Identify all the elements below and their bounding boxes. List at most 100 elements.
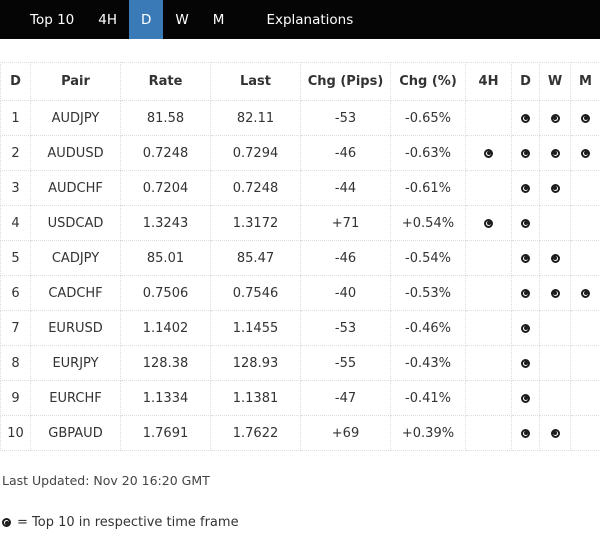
col-header-pair: Pair <box>30 62 121 101</box>
cell-rank: 10 <box>0 415 31 451</box>
col-header-chg-pips: Chg (Pips) <box>300 62 391 101</box>
table-row: 4 USDCAD 1.3243 1.3172 +71 +0.54% <box>0 205 600 241</box>
cell-chg-pct: -0.43% <box>390 345 466 381</box>
cell-d-marker <box>511 415 540 451</box>
table-row: 8 EURJPY 128.38 128.93 -55 -0.43% <box>0 345 600 381</box>
cell-w-marker <box>539 380 571 416</box>
cell-d-marker <box>511 275 540 311</box>
cell-last: 1.3172 <box>210 205 301 241</box>
cell-w-marker <box>539 415 571 451</box>
cell-last: 85.47 <box>210 240 301 276</box>
cell-d-marker <box>511 240 540 276</box>
cell-last: 0.7546 <box>210 275 301 311</box>
cell-rate: 0.7248 <box>120 135 211 171</box>
top10-marker-icon <box>484 148 493 158</box>
cell-rank: 9 <box>0 380 31 416</box>
top10-table: D Pair Rate Last Chg (Pips) Chg (%) 4H D… <box>0 62 600 451</box>
cell-pair: EURJPY <box>30 345 121 381</box>
cell-m-marker <box>570 135 600 171</box>
cell-chg-pips: -53 <box>300 310 391 346</box>
top10-marker-icon <box>550 253 560 263</box>
top10-marker-icon <box>581 113 590 123</box>
cell-d-marker <box>511 170 540 206</box>
top10-marker-icon <box>581 288 590 298</box>
top10-marker-icon <box>521 428 530 438</box>
col-header-w: W <box>539 62 571 101</box>
tab-top-10[interactable]: Top 10 <box>18 0 86 39</box>
table-row: 6 CADCHF 0.7506 0.7546 -40 -0.53% <box>0 275 600 311</box>
cell-4h-marker <box>465 100 512 136</box>
cell-last: 82.11 <box>210 100 301 136</box>
cell-chg-pct: -0.63% <box>390 135 466 171</box>
cell-4h-marker <box>465 275 512 311</box>
cell-rank: 5 <box>0 240 31 276</box>
table-row: 3 AUDCHF 0.7204 0.7248 -44 -0.61% <box>0 170 600 206</box>
cell-d-marker <box>511 135 540 171</box>
cell-chg-pips: -46 <box>300 135 391 171</box>
cell-last: 1.1455 <box>210 310 301 346</box>
cell-m-marker <box>570 310 600 346</box>
cell-w-marker <box>539 100 571 136</box>
cell-chg-pct: +0.39% <box>390 415 466 451</box>
top-navbar: Top 10 4H D W M Explanations <box>0 0 600 39</box>
cell-rank: 1 <box>0 100 31 136</box>
cell-last: 0.7248 <box>210 170 301 206</box>
cell-w-marker <box>539 240 571 276</box>
cell-pair: AUDUSD <box>30 135 121 171</box>
cell-pair: USDCAD <box>30 205 121 241</box>
cell-m-marker <box>570 345 600 381</box>
cell-d-marker <box>511 310 540 346</box>
cell-chg-pips: -55 <box>300 345 391 381</box>
cell-chg-pips: -46 <box>300 240 391 276</box>
cell-d-marker <box>511 380 540 416</box>
cell-w-marker <box>539 205 571 241</box>
top10-marker-icon <box>521 358 530 368</box>
cell-d-marker <box>511 345 540 381</box>
top10-marker-icon <box>550 428 560 438</box>
cell-m-marker <box>570 170 600 206</box>
top10-marker-icon <box>550 113 560 123</box>
cell-m-marker <box>570 275 600 311</box>
cell-4h-marker <box>465 345 512 381</box>
col-header-chg-pct: Chg (%) <box>390 62 466 101</box>
cell-rank: 4 <box>0 205 31 241</box>
top10-marker-icon <box>550 183 560 193</box>
cell-chg-pct: -0.61% <box>390 170 466 206</box>
table-row: 9 EURCHF 1.1334 1.1381 -47 -0.41% <box>0 380 600 416</box>
top10-marker-icon <box>521 393 530 403</box>
top10-marker-icon <box>521 148 530 158</box>
top10-marker-icon <box>521 323 530 333</box>
tab-4h[interactable]: 4H <box>86 0 129 39</box>
cell-w-marker <box>539 170 571 206</box>
table-row: 10 GBPAUD 1.7691 1.7622 +69 +0.39% <box>0 415 600 451</box>
cell-4h-marker <box>465 310 512 346</box>
tab-m[interactable]: M <box>201 0 237 39</box>
cell-w-marker <box>539 345 571 381</box>
table-row: 5 CADJPY 85.01 85.47 -46 -0.54% <box>0 240 600 276</box>
cell-rate: 1.1402 <box>120 310 211 346</box>
cell-rank: 3 <box>0 170 31 206</box>
top10-marker-icon <box>484 218 493 228</box>
cell-rate: 0.7204 <box>120 170 211 206</box>
table-row: 7 EURUSD 1.1402 1.1455 -53 -0.46% <box>0 310 600 346</box>
cell-m-marker <box>570 415 600 451</box>
cell-chg-pips: -40 <box>300 275 391 311</box>
cell-rank: 7 <box>0 310 31 346</box>
col-header-last: Last <box>210 62 301 101</box>
cell-pair: EURCHF <box>30 380 121 416</box>
tab-d[interactable]: D <box>129 0 164 39</box>
cell-last: 1.1381 <box>210 380 301 416</box>
top10-marker-icon <box>581 148 590 158</box>
cell-rate: 0.7506 <box>120 275 211 311</box>
cell-m-marker <box>570 100 600 136</box>
cell-pair: EURUSD <box>30 310 121 346</box>
cell-4h-marker <box>465 205 512 241</box>
cell-w-marker <box>539 135 571 171</box>
tab-explanations[interactable]: Explanations <box>254 0 365 39</box>
cell-pair: AUDJPY <box>30 100 121 136</box>
tab-w[interactable]: W <box>163 0 200 39</box>
cell-chg-pips: +69 <box>300 415 391 451</box>
cell-last: 0.7294 <box>210 135 301 171</box>
cell-4h-marker <box>465 415 512 451</box>
cell-chg-pct: -0.65% <box>390 100 466 136</box>
